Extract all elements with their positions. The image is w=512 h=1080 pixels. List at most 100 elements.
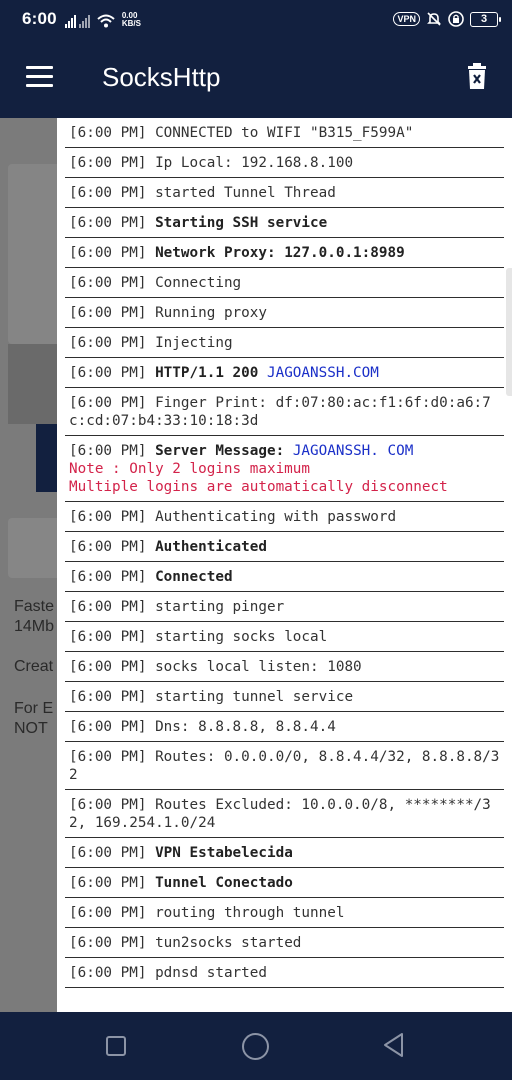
log-entry: [6:00 PM] Connected [65,562,504,592]
log-message: Dns: 8.8.8.8, 8.8.4.4 [155,719,336,735]
log-time: [6:00 PM] [69,599,147,615]
log-warning-line: Note : Only 2 logins maximum [69,461,311,477]
log-message: Authenticating with password [155,509,397,525]
app-title: SocksHttp [102,62,221,92]
log-message-bold: Starting SSH service [155,215,328,231]
log-time: [6:00 PM] [69,935,147,951]
log-link[interactable]: JAGOANSSH. COM [293,443,414,459]
log-message-bold: Authenticated [155,539,267,555]
log-entry: [6:00 PM] starting socks local [65,622,504,652]
log-message-bold: Tunnel Conectado [155,875,293,891]
log-entry: [6:00 PM] VPN Estabelecida [65,838,504,868]
log-entry: [6:00 PM] started Tunnel Thread [65,178,504,208]
delete-log-icon[interactable] [466,62,488,95]
log-message: starting tunnel service [155,689,354,705]
vpn-key-icon: VPN [393,12,420,26]
log-panel[interactable]: [6:00 PM] CONNECTED to WIFI "B315_F599A"… [57,118,512,1012]
log-time: [6:00 PM] [69,569,147,585]
log-message: pdnsd started [155,965,267,981]
log-entry: [6:00 PM] Ip Local: 192.168.8.100 [65,148,504,178]
log-entry: [6:00 PM] socks local listen: 1080 [65,652,504,682]
home-circle-icon[interactable] [242,1033,269,1060]
log-time: [6:00 PM] [69,965,147,981]
log-entry: [6:00 PM] Dns: 8.8.8.8, 8.8.4.4 [65,712,504,742]
navigation-bar [0,1012,512,1080]
mute-bell-icon [427,12,441,26]
log-list: [6:00 PM] CONNECTED to WIFI "B315_F599A"… [57,118,512,988]
log-message: Connecting [155,275,242,291]
log-entry: [6:00 PM] Running proxy [65,298,504,328]
log-time: [6:00 PM] [69,905,147,921]
log-time: [6:00 PM] [69,275,147,291]
log-entry: [6:00 PM] pdnsd started [65,958,504,988]
log-entry: [6:00 PM] routing through tunnel [65,898,504,928]
cell-signal-2-icon [78,14,90,28]
log-entry: [6:00 PM] tun2socks started [65,928,504,958]
log-message-bold: HTTP/1.1 200 [155,365,259,381]
log-time: [6:00 PM] [69,797,147,813]
log-entry: [6:00 PM] Routes Excluded: 10.0.0.0/8, *… [65,790,504,838]
back-triangle-icon[interactable] [382,1032,406,1063]
status-left-icons: 0.00 KB/S [64,10,141,28]
log-time: [6:00 PM] [69,719,147,735]
log-entry: [6:00 PM] Authenticating with password [65,502,504,532]
log-entry: [6:00 PM] Server Message: JAGOANSSH. COM… [65,436,504,502]
hamburger-menu-icon[interactable] [26,66,53,88]
log-time: [6:00 PM] [69,305,147,321]
lock-circle-icon [448,11,464,27]
status-time: 6:00 [22,9,57,28]
bg-text-4: For E [14,700,54,717]
bg-text-1: Faste [14,598,55,615]
log-warning-line: Multiple logins are automatically discon… [69,479,448,495]
log-time: [6:00 PM] [69,395,147,411]
bg-text-5: NOT [14,720,48,737]
log-time: [6:00 PM] [69,689,147,705]
log-time: [6:00 PM] [69,659,147,675]
status-right-icons: VPN 3 [393,11,501,27]
bg-text-3: Creat [14,658,54,675]
log-entry: [6:00 PM] starting pinger [65,592,504,622]
log-link[interactable]: JAGOANSSH.COM [267,365,379,381]
log-message: socks local listen: 1080 [155,659,362,675]
log-message-bold: Network Proxy: 127.0.0.1:8989 [155,245,405,261]
log-message: Running proxy [155,305,267,321]
log-entry: [6:00 PM] Injecting [65,328,504,358]
log-entry: [6:00 PM] Authenticated [65,532,504,562]
log-entry: [6:00 PM] Tunnel Conectado [65,868,504,898]
net-speed-unit: KB/S [121,19,141,28]
log-message-bold: Server Message: [155,443,285,459]
cell-signal-icon [64,14,76,28]
log-time: [6:00 PM] [69,509,147,525]
log-message: Injecting [155,335,233,351]
log-time: [6:00 PM] [69,215,147,231]
wifi-icon [97,14,115,28]
net-speed: 0.00 KB/S [122,12,141,28]
bg-text-2: 14Mb [14,618,55,635]
log-entry: [6:00 PM] Starting SSH service [65,208,504,238]
log-time: [6:00 PM] [69,125,147,141]
log-time: [6:00 PM] [69,335,147,351]
log-time: [6:00 PM] [69,443,147,459]
log-entry: [6:00 PM] Finger Print: df:07:80:ac:f1:6… [65,388,504,436]
log-time: [6:00 PM] [69,365,147,381]
log-time: [6:00 PM] [69,185,147,201]
log-time: [6:00 PM] [69,875,147,891]
battery-icon: 3 [470,11,501,27]
log-message: starting pinger [155,599,285,615]
log-entry: [6:00 PM] Connecting [65,268,504,298]
log-time: [6:00 PM] [69,539,147,555]
log-message-bold: VPN Estabelecida [155,845,293,861]
app-bar: SocksHttp [0,38,512,118]
log-entry: [6:00 PM] starting tunnel service [65,682,504,712]
log-entry: [6:00 PM] Routes: 0.0.0.0/0, 8.8.4.4/32,… [65,742,504,790]
log-time: [6:00 PM] [69,845,147,861]
log-time: [6:00 PM] [69,749,147,765]
log-time: [6:00 PM] [69,629,147,645]
log-entry: [6:00 PM] Network Proxy: 127.0.0.1:8989 [65,238,504,268]
scroll-tab[interactable] [506,268,512,396]
recents-square-icon[interactable] [106,1036,126,1056]
log-message: starting socks local [155,629,328,645]
log-entry: [6:00 PM] CONNECTED to WIFI "B315_F599A" [65,118,504,148]
log-message-bold: Connected [155,569,233,585]
log-message: started Tunnel Thread [155,185,336,201]
